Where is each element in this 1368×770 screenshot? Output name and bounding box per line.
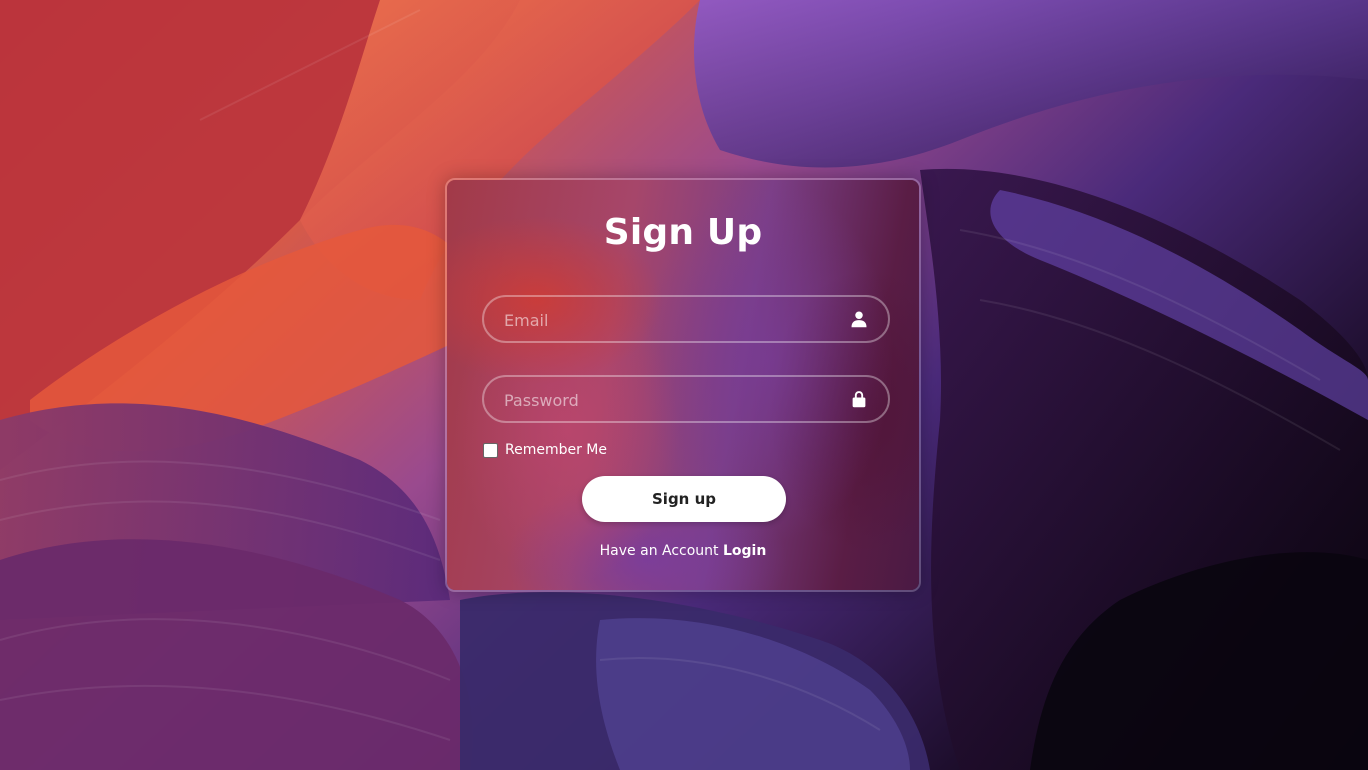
- email-input[interactable]: [502, 297, 826, 343]
- sign-up-button[interactable]: Sign up: [582, 476, 786, 522]
- page: Sign Up Remember Me Sign up: [0, 0, 1368, 770]
- page-title: Sign Up: [603, 212, 763, 253]
- email-field-container: [482, 295, 890, 343]
- signup-form: Sign Up Remember Me Sign up: [447, 180, 919, 590]
- user-icon: [851, 311, 867, 328]
- login-link[interactable]: Login: [723, 543, 766, 559]
- password-input[interactable]: [502, 377, 826, 423]
- remember-me-checkbox[interactable]: [483, 442, 498, 458]
- signup-card: Sign Up Remember Me Sign up: [445, 178, 921, 592]
- have-account-row: Have an Account Login: [447, 543, 919, 559]
- remember-me-label: Remember Me: [505, 442, 607, 458]
- lock-icon: [852, 391, 866, 408]
- password-field-container: [482, 375, 890, 423]
- have-account-text: Have an Account: [599, 543, 719, 559]
- remember-me-row: Remember Me: [483, 442, 607, 458]
